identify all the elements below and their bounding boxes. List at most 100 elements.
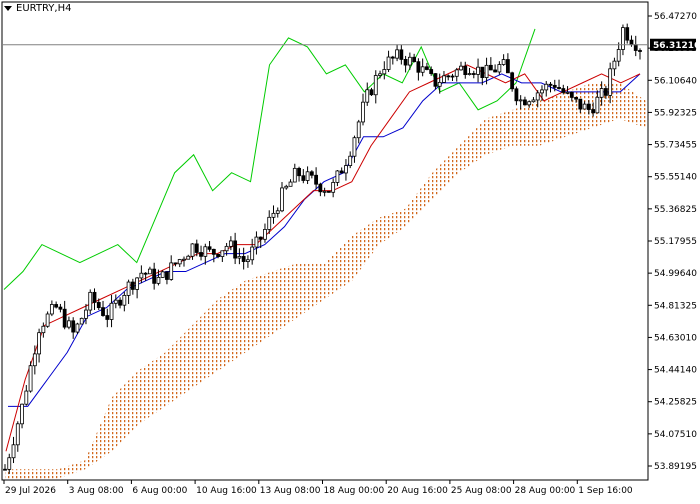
candle-body [284,185,289,189]
candle-body [446,75,451,78]
x-tick-label: 10 Aug 16:00 [196,486,257,496]
y-tick-label: 53.89195 [654,462,697,472]
candle-body [604,88,608,96]
candle-body [484,64,489,78]
candle-body [488,64,493,71]
x-tick-label: 20 Aug 16:00 [387,486,448,496]
candle-body [224,245,229,252]
candle-body [241,256,246,262]
candle-body [67,320,71,328]
candle-body [518,99,523,102]
candle-body [71,320,76,333]
y-tick-label: 55.17955 [654,237,697,247]
candle-body [574,96,578,100]
candle-body [130,281,135,290]
candle-body [190,243,195,257]
candle-body [407,56,412,66]
candle-body [540,89,544,94]
candle-body [450,75,455,78]
candle-body [96,302,101,309]
candle-body [139,272,144,279]
candle-body [220,250,225,257]
candle-body [361,101,365,123]
candle-body [109,302,114,320]
candle-body [203,246,208,257]
candle-body [548,83,553,86]
candle-body [54,304,59,308]
candle-body [467,73,472,76]
candle-body [505,59,510,74]
candle-body [527,101,532,106]
candle-body [305,171,310,181]
candle-body [228,240,233,247]
candle-body [207,246,212,250]
candle-body [314,174,319,185]
candle-body [88,291,93,311]
candle-body [399,49,404,60]
y-tick-label: 55.92325 [654,108,697,118]
y-tick-label: 55.36825 [654,205,697,215]
candle-body [84,309,88,319]
candle-body [480,66,485,78]
candle-body [143,272,148,275]
candle-body [113,299,118,304]
y-tick-label: 55.55140 [654,173,697,183]
candle-body [420,66,425,73]
candle-body [165,271,169,280]
candle-body [122,294,127,306]
y-tick-label: 56.47270 [654,12,697,22]
symbol-title: EURTRY,H4 [4,3,71,14]
candle-body [15,423,20,446]
x-tick-label: 6 Aug 00:00 [132,486,187,496]
candle-body [501,59,506,65]
candle-body [352,137,357,157]
candle-body [586,103,591,110]
candle-body [152,268,157,284]
candle-body [339,170,344,174]
candle-body [437,81,442,87]
candle-body [92,291,97,303]
candle-body [616,49,621,62]
candle-body [561,88,566,93]
y-tick-label: 55.73455 [654,141,697,151]
candle-body [463,65,468,76]
candle-body [433,73,438,87]
candle-body [565,91,570,94]
candle-body [429,69,434,74]
candle-body [633,44,638,51]
y-tick-label: 56.10640 [654,76,697,86]
candle-body [578,98,583,110]
candle-body [169,262,174,280]
candle-body [331,182,336,193]
candle-body [523,99,527,106]
dropdown-triangle-icon [4,5,12,11]
candle-body [425,66,429,70]
y-tick-label: 54.07510 [654,430,697,440]
candle-body [267,216,272,230]
candle-body [386,56,391,70]
chart-area[interactable]: 56.4727056.2899556.1064055.9232555.73455… [0,0,700,500]
x-tick-label: 3 Aug 08:00 [69,486,124,496]
candle-body [322,190,327,193]
candle-body [591,109,596,114]
candle-body [416,61,421,73]
candle-body [263,229,267,240]
candle-body [531,99,536,103]
candle-body [454,69,459,77]
candle-body [510,72,515,90]
candle-body [75,323,80,333]
candle-body [49,304,54,315]
candle-body [638,50,642,52]
candle-body [476,66,480,75]
candle-body [79,317,84,325]
candle-body [335,170,340,183]
candle-body [582,103,587,110]
candle-body [442,75,446,83]
candle-body [156,276,161,284]
y-tick-label: 54.81325 [654,301,697,311]
current-price-label: 56.31216 [653,41,700,51]
y-tick-label: 54.25825 [654,398,697,408]
candle-body [62,308,67,328]
candle-body [412,56,417,63]
candle-body [309,171,314,176]
